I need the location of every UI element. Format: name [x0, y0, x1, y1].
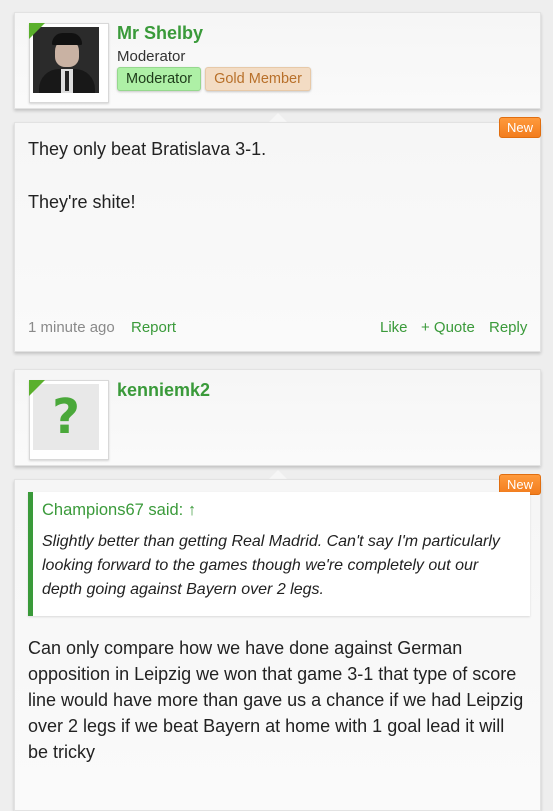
- quote-attribution-link[interactable]: Champions67 said: ↑: [42, 501, 196, 520]
- post1-new-badge: New: [498, 117, 541, 138]
- post1-footer: 1 minute ago Report Like + Quote Reply: [28, 319, 528, 339]
- post1-user-title: Moderator: [117, 48, 186, 65]
- reply-link[interactable]: Reply: [489, 319, 527, 336]
- post2-message-card: New Champions67 said: ↑ Slightly better …: [14, 474, 541, 811]
- post2-username[interactable]: kenniemk2: [117, 380, 210, 401]
- post1-avatar[interactable]: [29, 23, 109, 103]
- post2-message: Can only compare how we have done agains…: [28, 638, 524, 762]
- gold-member-banner: Gold Member: [205, 67, 311, 91]
- post1-timestamp[interactable]: 1 minute ago: [28, 319, 115, 336]
- post1-message-card: New They only beat Bratislava 3-1. They'…: [14, 117, 541, 352]
- online-indicator: [29, 380, 45, 396]
- post1-message-line: They only beat Bratislava 3-1.: [28, 139, 267, 159]
- moderator-banner: Moderator: [117, 67, 202, 91]
- quote-block: Champions67 said: ↑ Slightly better than…: [28, 492, 530, 616]
- quote-text: Slightly better than getting Real Madrid…: [42, 533, 500, 598]
- post1-username[interactable]: Mr Shelby: [117, 23, 203, 44]
- quote-link[interactable]: + Quote: [421, 319, 475, 336]
- post1-user-card: Mr Shelby Moderator Moderator Gold Membe…: [14, 12, 541, 109]
- post1-message-line: They're shite!: [28, 192, 136, 212]
- post1-banners: Moderator Gold Member: [117, 67, 311, 91]
- user-card-pointer: [269, 470, 287, 479]
- post2-avatar[interactable]: ?: [29, 380, 109, 460]
- post2-user-card: ? kenniemk2: [14, 369, 541, 466]
- online-indicator: [29, 23, 45, 39]
- user-card-pointer: [269, 113, 287, 122]
- like-link[interactable]: Like: [380, 319, 408, 336]
- report-link[interactable]: Report: [131, 319, 176, 336]
